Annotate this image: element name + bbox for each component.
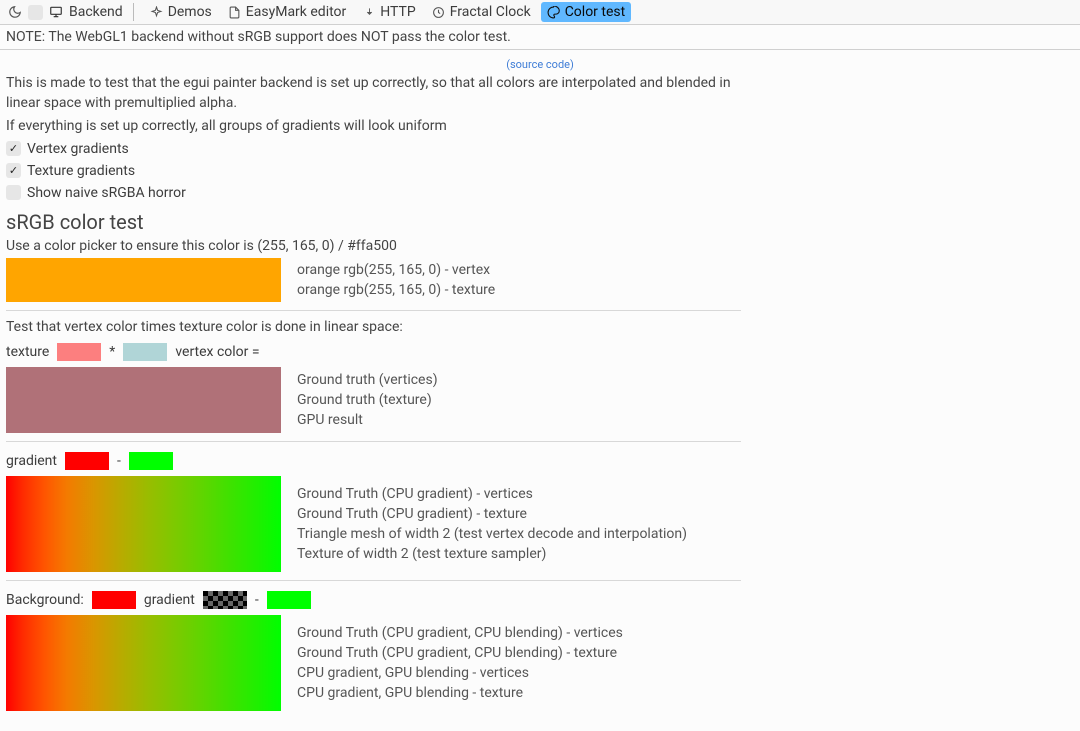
background-swatch[interactable] (92, 591, 136, 609)
intro-2: If everything is set up correctly, all g… (6, 116, 1074, 136)
label-gpu: GPU result (297, 412, 438, 428)
note-text: NOTE: The WebGL1 backend without sRGB su… (6, 29, 511, 45)
background-right-swatch[interactable] (267, 591, 311, 609)
background-label: Background: (6, 592, 84, 608)
document-icon (228, 5, 242, 19)
orange-swatch-vertex (6, 258, 281, 280)
gradient-label-2: gradient (144, 592, 195, 608)
bg-gradient-swatch-3 (6, 663, 281, 687)
checkbox-srgba-horror[interactable]: Show naive sRGBA horror (6, 182, 1074, 204)
tab-easymark[interactable]: EasyMark editor (222, 2, 352, 22)
gradient-swatch-1 (6, 476, 281, 500)
bg-label-2: Ground Truth (CPU gradient, CPU blending… (297, 645, 623, 661)
clock-icon (432, 5, 446, 19)
vertex-color-swatch[interactable] (123, 343, 167, 361)
gradient-swatch-stack (6, 476, 281, 572)
tab-label: Demos (168, 4, 212, 20)
sparkle-icon (150, 5, 164, 19)
bg-label-4: CPU gradient, GPU blending - texture (297, 685, 623, 701)
tab-label: HTTP (380, 4, 415, 20)
separator (6, 310, 741, 311)
checkbox[interactable]: ✓ (6, 163, 21, 178)
orange-swatch-texture (6, 280, 281, 302)
theme-toggle-icon[interactable] (6, 3, 24, 21)
backend-label: Backend (69, 4, 123, 20)
tab-color-test[interactable]: Color test (541, 2, 632, 22)
bg-gradient-swatch-1 (6, 615, 281, 639)
tab-http[interactable]: HTTP (356, 2, 421, 22)
srgb-block: orange rgb(255, 165, 0) - vertex orange … (6, 258, 1074, 302)
product-swatch-gtv (6, 367, 281, 389)
srgb-instruction: Use a color picker to ensure this color … (6, 236, 1074, 256)
toolbar-separator (133, 3, 134, 21)
checkbox[interactable]: ✓ (6, 141, 21, 156)
backend-checkbox[interactable] (28, 5, 43, 20)
gradient-left-swatch[interactable] (65, 452, 109, 470)
gradient-label: gradient (6, 453, 57, 469)
palette-icon (547, 5, 561, 19)
srgb-swatch-stack (6, 258, 281, 302)
background-swatch-stack (6, 615, 281, 711)
dash: - (255, 592, 259, 608)
checkbox[interactable] (6, 185, 21, 200)
gradient-swatch-4 (6, 548, 281, 572)
label-orange-texture: orange rgb(255, 165, 0) - texture (297, 282, 495, 298)
multiply-symbol: * (109, 344, 115, 360)
checkbox-vertex-gradients[interactable]: ✓ Vertex gradients (6, 138, 1074, 160)
label-gtv: Ground truth (vertices) (297, 372, 438, 388)
note-bar: NOTE: The WebGL1 backend without sRGB su… (0, 25, 1080, 50)
product-swatch-stack (6, 367, 281, 433)
checkbox-texture-gradients[interactable]: ✓ Texture gradients (6, 160, 1074, 182)
tab-label: Fractal Clock (450, 4, 531, 20)
texture-label: texture (6, 344, 49, 360)
intro-1: This is made to test that the egui paint… (6, 73, 751, 114)
product-swatch-gtt (6, 389, 281, 411)
dash: - (117, 453, 121, 469)
bg-gradient-swatch-4 (6, 687, 281, 711)
vertex-color-label: vertex color = (175, 344, 259, 360)
linear-mul-inputs: texture * vertex color = (6, 339, 1074, 367)
bg-gradient-swatch-2 (6, 639, 281, 663)
gradient-swatch-2 (6, 500, 281, 524)
tab-fractal-clock[interactable]: Fractal Clock (426, 2, 537, 22)
tab-demos[interactable]: Demos (144, 2, 218, 22)
content: (source code) This is made to test that … (0, 50, 1080, 731)
gradient-block: Ground Truth (CPU gradient) - vertices G… (6, 476, 1074, 572)
source-code-link[interactable]: (source code) (6, 56, 1074, 73)
gradient-inputs: gradient - (6, 448, 1074, 476)
separator (6, 580, 741, 581)
tab-label: Color test (565, 4, 626, 20)
gradient-right-swatch[interactable] (129, 452, 173, 470)
linear-mul-heading: Test that vertex color times texture col… (6, 317, 1074, 337)
background-inputs: Background: gradient - (6, 587, 1074, 615)
linear-mul-block: Ground truth (vertices) Ground truth (te… (6, 367, 1074, 433)
checkbox-label: Vertex gradients (27, 141, 129, 157)
separator (6, 441, 741, 442)
checkbox-label: Show naive sRGBA horror (27, 185, 186, 201)
background-block: Ground Truth (CPU gradient, CPU blending… (6, 615, 1074, 711)
gradient-swatch-3 (6, 524, 281, 548)
grad-label-4: Texture of width 2 (test texture sampler… (297, 546, 687, 562)
bg-label-1: Ground Truth (CPU gradient, CPU blending… (297, 625, 623, 641)
bg-label-3: CPU gradient, GPU blending - vertices (297, 665, 623, 681)
label-gtt: Ground truth (texture) (297, 392, 438, 408)
grad-label-3: Triangle mesh of width 2 (test vertex de… (297, 526, 687, 542)
label-orange-vertex: orange rgb(255, 165, 0) - vertex (297, 262, 495, 278)
tab-label: EasyMark editor (246, 4, 346, 20)
checkbox-label: Texture gradients (27, 163, 135, 179)
download-icon (362, 5, 376, 19)
texture-swatch[interactable] (57, 343, 101, 361)
checker-swatch[interactable] (203, 591, 247, 609)
desktop-icon (47, 3, 65, 21)
grad-label-2: Ground Truth (CPU gradient) - texture (297, 506, 687, 522)
product-swatch-gpu (6, 411, 281, 433)
grad-label-1: Ground Truth (CPU gradient) - vertices (297, 486, 687, 502)
srgb-heading: sRGB color test (6, 210, 1074, 234)
toolbar: Backend Demos EasyMark editor HTTP Fract… (0, 0, 1080, 25)
